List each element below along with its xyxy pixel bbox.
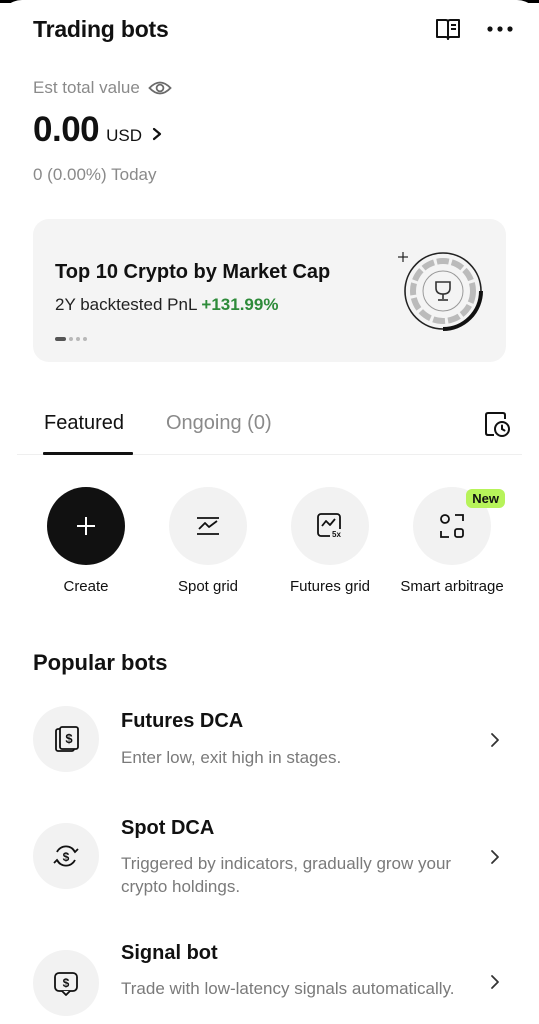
plus-icon bbox=[77, 517, 95, 535]
action-label: Smart arbitrage bbox=[400, 578, 504, 595]
banner-title: Top 10 Crypto by Market Cap bbox=[55, 261, 331, 283]
trophy-icon bbox=[398, 252, 483, 331]
spot-grid-icon bbox=[197, 517, 219, 535]
trading-bots-page: Trading bots Est total value 0.00 USD 0 … bbox=[0, 0, 539, 1024]
bot-description: Enter low, exit high in stages. bbox=[121, 748, 342, 767]
carousel-dots bbox=[55, 337, 87, 341]
bot-tabs: Featured Ongoing (0) bbox=[17, 402, 522, 455]
change-period: Today bbox=[111, 165, 157, 184]
banner-pnl: +131.99% bbox=[201, 295, 279, 314]
carousel-dot bbox=[55, 337, 66, 341]
bot-name: Futures DCA bbox=[121, 710, 244, 732]
futures-grid-icon: 5x bbox=[317, 513, 343, 539]
bot-name: Signal bot bbox=[121, 942, 218, 964]
more-button[interactable] bbox=[487, 25, 513, 33]
header-actions bbox=[435, 17, 513, 41]
page-title: Trading bots bbox=[33, 15, 169, 42]
action-label: Futures grid bbox=[289, 578, 371, 595]
bot-item-signal-bot[interactable]: $ Signal bot Trade with low-latency sign… bbox=[33, 940, 506, 1024]
futures-grid-icon-text: 5x bbox=[332, 530, 341, 539]
bot-description: Triggered by indicators, gradually grow … bbox=[121, 854, 452, 896]
action-label: Create bbox=[63, 578, 109, 595]
carousel-dot bbox=[83, 337, 87, 341]
bot-description: Trade with low-latency signals automatic… bbox=[121, 979, 455, 998]
page-header: Trading bots bbox=[33, 12, 513, 46]
create-circle bbox=[47, 487, 125, 565]
tab-featured[interactable]: Featured bbox=[44, 412, 124, 435]
guide-button[interactable] bbox=[435, 17, 461, 41]
spot-grid-action[interactable]: Spot grid bbox=[138, 487, 278, 596]
futures-grid-action[interactable]: 5x Futures grid bbox=[260, 487, 400, 596]
bot-item-spot-dca[interactable]: $ Spot DCA Triggered by indicators, grad… bbox=[33, 813, 506, 903]
banner-sub-label: 2Y backtested PnL bbox=[55, 295, 198, 314]
signal-bot-icon: $ bbox=[54, 972, 78, 996]
bot-item-futures-dca[interactable]: $ Futures DCA Enter low, exit high in st… bbox=[33, 706, 506, 786]
active-tab-indicator bbox=[43, 452, 133, 455]
eye-icon[interactable] bbox=[148, 80, 172, 96]
arbitrage-icon bbox=[440, 514, 464, 538]
create-action[interactable]: Create bbox=[16, 487, 156, 596]
svg-text:$: $ bbox=[63, 976, 70, 990]
book-icon bbox=[436, 19, 460, 40]
total-value-row[interactable]: 0.00 USD bbox=[33, 110, 162, 150]
svg-text:$: $ bbox=[65, 731, 73, 746]
more-horizontal-icon bbox=[487, 26, 513, 32]
smart-arbitrage-circle: New bbox=[413, 487, 505, 565]
today-change: 0 (0.00%) Today bbox=[33, 165, 157, 185]
quick-actions: Create Spot grid 5x Futures grid New Sma… bbox=[0, 487, 539, 627]
change-value: 0 (0.00%) bbox=[33, 165, 107, 184]
est-total-row: Est total value bbox=[33, 78, 172, 98]
action-label: Spot grid bbox=[177, 578, 239, 595]
chevron-right-icon bbox=[491, 850, 499, 864]
smart-arbitrage-action[interactable]: New Smart arbitrage bbox=[382, 487, 522, 596]
futures-dca-icon: $ bbox=[55, 726, 79, 752]
carousel-dot bbox=[69, 337, 73, 341]
currency-label: USD bbox=[106, 126, 143, 145]
tab-ongoing[interactable]: Ongoing (0) bbox=[166, 412, 272, 435]
popular-bots-title: Popular bots bbox=[33, 650, 168, 675]
carousel-dot bbox=[76, 337, 80, 341]
bot-icon-circle: $ bbox=[33, 823, 99, 889]
bot-name: Spot DCA bbox=[121, 817, 215, 839]
spot-grid-circle bbox=[169, 487, 247, 565]
spot-dca-icon: $ bbox=[53, 845, 79, 867]
chevron-right-icon bbox=[491, 733, 499, 747]
history-clock-icon bbox=[485, 412, 510, 437]
chevron-right-icon bbox=[152, 127, 162, 141]
new-badge: New bbox=[466, 489, 505, 508]
promo-banner[interactable]: Top 10 Crypto by Market Cap 2Y backteste… bbox=[33, 219, 506, 362]
banner-subtitle: 2Y backtested PnL +131.99% bbox=[55, 295, 278, 315]
futures-grid-circle: 5x bbox=[291, 487, 369, 565]
total-value: 0.00 bbox=[33, 110, 100, 149]
chevron-right-icon bbox=[491, 975, 499, 989]
bot-icon-circle: $ bbox=[33, 706, 99, 772]
history-button[interactable] bbox=[483, 410, 511, 443]
est-total-label: Est total value bbox=[33, 78, 140, 97]
svg-text:$: $ bbox=[63, 850, 70, 864]
bot-icon-circle: $ bbox=[33, 950, 99, 1016]
